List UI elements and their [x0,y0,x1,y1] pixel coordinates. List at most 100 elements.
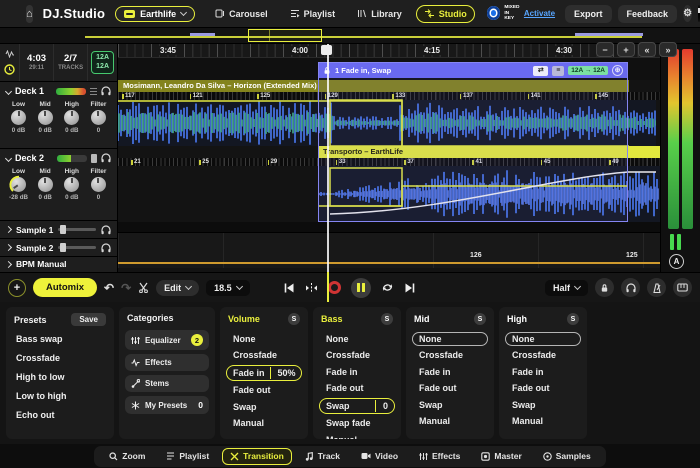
option-value[interactable]: 0 [375,400,388,412]
transition-option[interactable]: Swap fade [319,416,395,430]
transition-option[interactable]: None [226,332,302,346]
preset-item[interactable]: Echo out [6,405,114,424]
transition-option[interactable]: Fade in50% [226,365,302,381]
export-button[interactable]: Export [565,5,612,23]
transition-option[interactable]: Fade out [226,383,302,397]
dock-playlist[interactable]: Playlist [158,448,217,465]
transition-option[interactable]: Fade out [319,381,395,395]
beat-match-button[interactable] [305,282,318,294]
autogain-button[interactable]: A [669,254,684,269]
eq-knob[interactable] [91,177,106,192]
tab-studio[interactable]: Studio [416,5,475,23]
transition-option[interactable]: Fade in [319,365,395,379]
preset-item[interactable]: Crossfade [6,348,114,367]
mix-overview-minimap[interactable] [0,28,700,44]
chevron-down-icon[interactable] [5,87,12,94]
skip-end-button[interactable] [404,282,416,294]
chevron-right-icon[interactable] [5,244,12,251]
preset-item[interactable]: Bass swap [6,329,114,348]
preset-item[interactable]: High to low [6,367,114,386]
add-button[interactable]: + [8,279,26,297]
dock-track[interactable]: Track [297,448,348,465]
transition-option[interactable]: Crossfade [412,348,488,362]
pause-button[interactable] [351,278,371,298]
eq-knob[interactable] [11,110,26,125]
transition-option[interactable]: Manual [319,433,395,440]
bpm-curve[interactable] [118,262,660,264]
solo-button[interactable]: S [567,313,579,325]
zoom-to-transition-button[interactable]: ⊕ [612,65,623,76]
activate-link[interactable]: Activate [524,9,555,18]
tab-playlist[interactable]: Playlist [282,5,344,23]
dock-master[interactable]: Master [473,448,529,465]
solo-button[interactable]: S [381,313,393,325]
record-button[interactable] [328,281,341,294]
pause-indicator-icon[interactable] [670,234,681,250]
transition-options-button[interactable]: ≡ [552,66,564,76]
fader-grip-icon[interactable] [90,87,97,95]
time-ruler[interactable]: 3:45 4:00 4:15 4:30 [118,44,660,58]
deck2-volume-handle[interactable] [91,154,97,163]
transition-option[interactable]: Fade in [505,365,581,379]
playhead-handle[interactable] [321,45,332,55]
solo-button[interactable]: S [288,313,300,325]
eq-knob[interactable] [38,110,53,125]
tab-library[interactable]: Library [349,5,410,23]
eq-knob[interactable] [38,177,53,192]
sample1-volume-slider[interactable] [58,228,96,231]
headphones-icon[interactable] [101,243,111,253]
lock-button[interactable] [595,278,614,297]
transition-header[interactable]: 1 Fade in, Swap ⇄ ≡ 12A → 12A ⊕ [319,63,627,78]
home-button[interactable]: ⌂ [26,5,33,23]
cut-button[interactable] [138,282,149,293]
transition-option[interactable]: Manual [412,414,488,428]
transition-option[interactable]: Swap0 [319,398,395,414]
bpm-automation-lane[interactable]: 126 125 [118,232,660,268]
sample2-volume-slider[interactable] [58,246,96,249]
headphones-icon[interactable] [101,225,111,235]
eq-knob[interactable] [11,177,26,192]
undo-button[interactable]: ↶ [104,282,114,294]
transition-option[interactable]: None [412,332,488,346]
bpm-manual-row[interactable]: BPM Manual [0,257,117,271]
solo-button[interactable]: S [474,313,486,325]
category-my-presets[interactable]: My Presets 0 [125,396,209,414]
transition-option[interactable]: Fade out [505,381,581,395]
speed-dropdown[interactable]: Half [545,280,588,296]
zoom-in-button[interactable]: + [617,42,635,57]
edit-dropdown[interactable]: Edit [156,280,199,296]
feedback-button[interactable]: Feedback [618,5,678,23]
transition-option[interactable]: Swap [412,398,488,412]
chevron-down-icon[interactable] [5,154,12,161]
eq-knob[interactable] [64,177,79,192]
eq-knob[interactable] [64,110,79,125]
transition-option[interactable]: Manual [505,414,581,428]
transition-option[interactable]: Fade in [412,365,488,379]
option-value[interactable]: 50% [270,367,296,379]
zoom-out-button[interactable]: − [596,42,614,57]
tempo-value-dropdown[interactable]: 18.5 [206,280,250,296]
category-stems[interactable]: Stems [125,375,209,392]
minimap-viewport[interactable] [248,29,322,42]
dock-video[interactable]: Video [353,448,406,465]
save-preset-button[interactable]: Save [71,313,106,326]
transition-region[interactable]: 1 Fade in, Swap ⇄ ≡ 12A → 12A ⊕ [318,62,628,222]
category-effects[interactable]: Effects [125,354,209,371]
dock-samples[interactable]: Samples [535,448,599,465]
metronome-button[interactable] [647,278,666,297]
settings-button[interactable]: ⚙ [683,5,692,22]
transition-option[interactable]: Crossfade [505,348,581,362]
transition-option[interactable]: None [505,332,581,346]
transition-option[interactable]: Swap [505,398,581,412]
transition-option[interactable]: Manual [226,416,302,430]
playhead[interactable] [327,44,329,272]
dock-zoom[interactable]: Zoom [101,448,153,465]
tab-carousel[interactable]: Carousel [207,5,276,23]
headphones-icon[interactable] [101,86,111,96]
project-selector[interactable]: Earthlife [115,6,195,22]
automix-button[interactable]: Automix [33,278,97,297]
chevron-right-icon[interactable] [5,226,12,233]
seek-back-button[interactable]: « [638,42,656,57]
keyboard-button[interactable] [673,278,692,297]
preset-item[interactable]: Low to high [6,386,114,405]
